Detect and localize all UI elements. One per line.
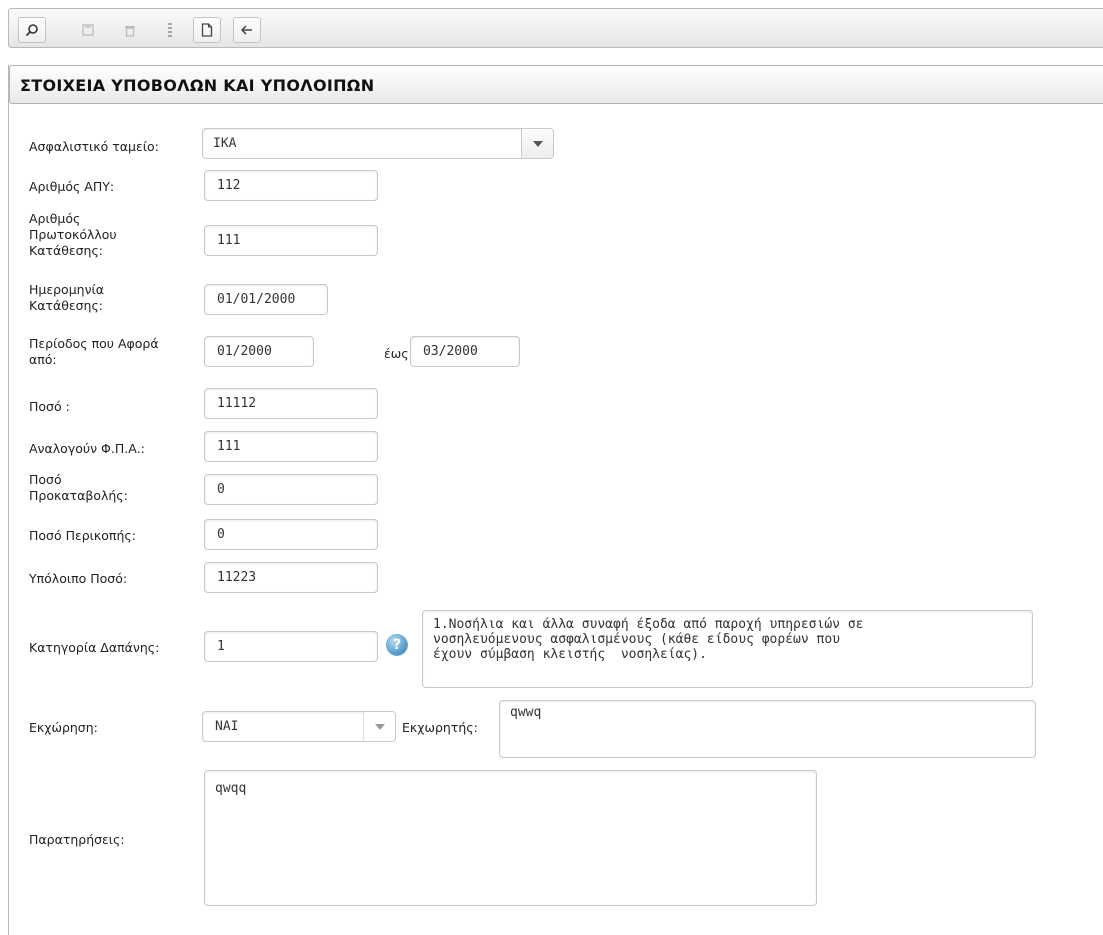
period-label-line2: από: <box>29 352 57 367</box>
advance-label-line2: Προκαταβολής: <box>29 488 128 503</box>
category-input[interactable]: 1 <box>204 631 378 662</box>
period-to-input[interactable]: 03/2000 <box>410 336 520 367</box>
period-to-label: έως: <box>384 346 413 361</box>
protocol-number-input[interactable]: 111 <box>204 225 378 256</box>
remarks-label: Παρατηρήσεις: <box>29 832 125 847</box>
new-document-icon <box>201 23 213 37</box>
back-arrow-icon <box>240 25 252 35</box>
advance-amount-input[interactable]: 0 <box>204 474 378 505</box>
apy-input[interactable]: 112 <box>204 170 378 201</box>
vat-label: Αναλογούν Φ.Π.Α.: <box>29 441 145 456</box>
assignment-label: Εκχώρηση: <box>29 720 98 735</box>
save-button[interactable] <box>74 17 102 43</box>
period-from-input[interactable]: 01/2000 <box>204 336 314 367</box>
delete-icon <box>125 25 135 37</box>
help-icon[interactable]: ? <box>387 635 407 655</box>
search-button[interactable] <box>18 17 46 43</box>
remaining-amount-input[interactable]: 11223 <box>204 562 378 593</box>
fund-select[interactable]: ΙΚΑ <box>202 128 554 159</box>
category-description: 1.Νοσήλια και άλλα συναφή έξοδα από παρο… <box>422 610 1033 688</box>
assignment-select-value: ΝΑΙ <box>215 719 239 734</box>
cut-amount-input[interactable]: 0 <box>204 519 378 550</box>
assignee-label: Εκχωρητής: <box>402 720 478 735</box>
save-icon <box>82 24 94 36</box>
assignee-input[interactable]: qwwq <box>499 700 1036 758</box>
search-icon <box>25 24 38 37</box>
protocol-label-line2: Πρωτοκόλλου <box>29 227 117 242</box>
chevron-down-icon <box>374 723 385 730</box>
chevron-down-icon <box>532 140 543 147</box>
submission-date-input[interactable]: 01/01/2000 <box>204 284 328 315</box>
delete-button[interactable] <box>116 17 144 43</box>
cut-label: Ποσό Περικοπής: <box>29 528 136 543</box>
fund-dropdown-button[interactable] <box>521 129 553 158</box>
date-label-line2: Κατάθεσης: <box>29 298 103 313</box>
protocol-label-line3: Κατάθεσης: <box>29 243 103 258</box>
vat-input[interactable]: 111 <box>204 431 378 462</box>
panel-header: ΣΤΟΙΧΕΙΑ ΥΠΟΒΟΛΩΝ ΚΑΙ ΥΠΟΛΟΙΠΩΝ <box>9 65 1103 104</box>
remaining-label: Υπόλοιπο Ποσό: <box>29 571 128 586</box>
remarks-textarea[interactable]: qwqq <box>204 770 817 906</box>
panel-title: ΣΤΟΙΧΕΙΑ ΥΠΟΒΟΛΩΝ ΚΑΙ ΥΠΟΛΟΙΠΩΝ <box>20 76 375 95</box>
fund-select-value: ΙΚΑ <box>213 136 237 151</box>
protocol-label-line1: Αριθμός <box>29 211 81 226</box>
toolbar <box>8 8 1103 48</box>
advance-label-line1: Ποσό <box>29 472 62 487</box>
assignment-select[interactable]: ΝΑΙ <box>202 711 396 742</box>
category-label: Κατηγορία Δαπάνης: <box>29 640 160 655</box>
date-label-line1: Ημερομηνία <box>29 282 105 297</box>
new-document-button[interactable] <box>193 17 221 43</box>
toolbar-separator <box>168 23 172 37</box>
amount-input[interactable]: 11112 <box>204 388 378 419</box>
apy-label: Αριθμός ΑΠΥ: <box>29 179 115 194</box>
amount-label: Ποσό : <box>29 399 70 414</box>
back-button[interactable] <box>233 17 261 43</box>
fund-label: Ασφαλιστικό ταμείο: <box>29 139 159 154</box>
assignment-dropdown-button[interactable] <box>363 712 395 741</box>
period-label-line1: Περίοδος που Αφορά <box>29 336 159 351</box>
